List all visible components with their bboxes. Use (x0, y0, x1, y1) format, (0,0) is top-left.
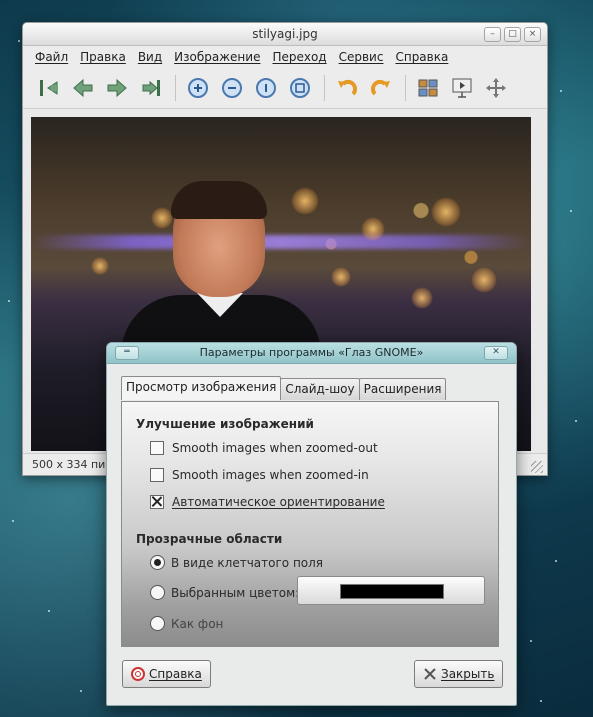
menu-edit[interactable]: Правка (74, 50, 132, 64)
custom-color-option[interactable]: Выбранным цветом: (150, 585, 299, 600)
go-first-icon[interactable] (35, 74, 63, 102)
menubar: Файл Правка Вид Изображение Переход Серв… (23, 46, 547, 68)
rotate-right-icon[interactable] (367, 74, 395, 102)
color-swatch (340, 584, 444, 599)
zoom-in-icon[interactable] (184, 74, 212, 102)
smooth-zoomed-out-checkbox[interactable] (150, 441, 164, 455)
go-next-icon[interactable] (103, 74, 131, 102)
toolbar (23, 68, 547, 109)
window-title: stilyagi.jpg (252, 27, 318, 41)
custom-color-label: Выбранным цветом: (171, 585, 300, 600)
background-label: Как фон (171, 616, 224, 631)
dialog-close-button[interactable]: ✕ (484, 346, 508, 360)
zoom-normal-icon[interactable] (252, 74, 280, 102)
tab-panel-image-view: Улучшение изображений Smooth images when… (121, 401, 499, 647)
smooth-zoomed-in-checkbox[interactable] (150, 468, 164, 482)
rotate-left-icon[interactable] (333, 74, 361, 102)
checkered-pattern-label: В виде клетчатого поля (171, 555, 324, 570)
zoom-fit-icon[interactable] (286, 74, 314, 102)
photo-city-lights (31, 235, 531, 249)
menu-go[interactable]: Переход (266, 50, 332, 64)
transparency-heading: Прозрачные области (136, 532, 283, 546)
close-button[interactable]: × (524, 27, 541, 42)
color-picker-button[interactable] (297, 576, 485, 605)
enhancement-heading: Улучшение изображений (136, 417, 314, 431)
image-gallery-icon[interactable] (414, 74, 442, 102)
minimize-button[interactable]: – (484, 27, 501, 42)
background-radio[interactable] (150, 616, 165, 631)
preferences-dialog: ═ Параметры программы «Глаз GNOME» ✕ Про… (106, 342, 517, 706)
go-last-icon[interactable] (137, 74, 165, 102)
close-dialog-label: Закрыть (441, 667, 495, 681)
menu-tools[interactable]: Сервис (333, 50, 390, 64)
toolbar-separator (175, 75, 176, 101)
preferences-tabs: Просмотр изображения Слайд-шоу Расширени… (121, 376, 447, 400)
help-button[interactable]: Справка (122, 660, 211, 688)
tab-image-view[interactable]: Просмотр изображения (121, 376, 282, 400)
close-dialog-button[interactable]: Закрыть (414, 660, 504, 688)
maximize-button[interactable]: □ (504, 27, 521, 42)
zoom-out-icon[interactable] (218, 74, 246, 102)
checkered-pattern-radio[interactable] (150, 555, 165, 570)
close-icon (424, 668, 436, 680)
go-previous-icon[interactable] (69, 74, 97, 102)
auto-orientation-option[interactable]: Автоматическое ориентирование (150, 495, 385, 509)
menu-view[interactable]: Вид (132, 50, 168, 64)
smooth-zoomed-in-label: Smooth images when zoomed-in (172, 468, 369, 482)
smooth-zoomed-out-option[interactable]: Smooth images when zoomed-out (150, 441, 378, 455)
toolbar-separator (324, 75, 325, 101)
menu-file[interactable]: Файл (29, 50, 74, 64)
tab-plugins[interactable]: Расширения (358, 378, 447, 400)
custom-color-radio[interactable] (150, 585, 165, 600)
menu-image[interactable]: Изображение (168, 50, 266, 64)
fullscreen-icon[interactable] (482, 74, 510, 102)
menu-help[interactable]: Справка (389, 50, 454, 64)
auto-orientation-checkbox[interactable] (150, 495, 164, 509)
toolbar-separator (405, 75, 406, 101)
help-button-label: Справка (149, 667, 202, 681)
window-titlebar[interactable]: stilyagi.jpg – □ × (23, 23, 547, 46)
resize-grip-icon[interactable] (531, 461, 543, 473)
checkered-pattern-option[interactable]: В виде клетчатого поля (150, 555, 323, 570)
dialog-titlebar[interactable]: ═ Параметры программы «Глаз GNOME» ✕ (107, 343, 516, 364)
tab-slideshow[interactable]: Слайд-шоу (280, 378, 360, 400)
dialog-title: Параметры программы «Глаз GNOME» (199, 346, 424, 359)
smooth-zoomed-in-option[interactable]: Smooth images when zoomed-in (150, 468, 369, 482)
background-option[interactable]: Как фон (150, 616, 223, 631)
smooth-zoomed-out-label: Smooth images when zoomed-out (172, 441, 378, 455)
slideshow-icon[interactable] (448, 74, 476, 102)
help-icon (131, 667, 145, 681)
auto-orientation-label: Автоматическое ориентирование (172, 495, 385, 509)
